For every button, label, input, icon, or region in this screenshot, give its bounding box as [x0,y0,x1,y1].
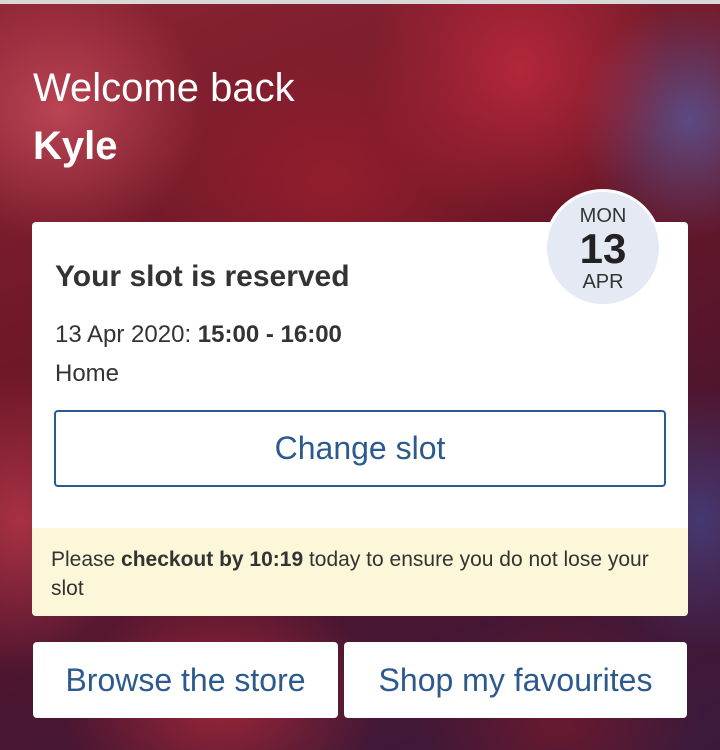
slot-date: 13 Apr 2020: [55,321,192,348]
slot-date-time: 13 Apr 2020: 15:00 - 16:00 [55,321,342,349]
date-badge: MON 13 APR [544,189,662,307]
shop-favourites-button[interactable]: Shop my favourites [344,642,687,718]
slot-location: Home [55,360,120,387]
browse-store-button[interactable]: Browse the store [33,642,338,718]
notice-prefix: Please [51,548,122,571]
notice-checkout-time: checkout by 10:19 [121,548,304,571]
slot-time-range: 15:00 - 16:00 [197,321,342,348]
welcome-heading: Welcome back [33,66,295,110]
badge-weekday: MON [579,205,627,227]
slot-card-title: Your slot is reserved [55,260,350,293]
badge-day-number: 13 [579,225,627,272]
badge-month: APR [582,271,624,293]
checkout-notice: Please checkout by 10:19 today to ensure… [32,528,688,616]
user-name: Kyle [33,124,118,168]
change-slot-button[interactable]: Change slot [54,410,666,487]
home-screen: Welcome back Kyle Your slot is reserved … [0,0,720,750]
top-divider [0,0,720,4]
